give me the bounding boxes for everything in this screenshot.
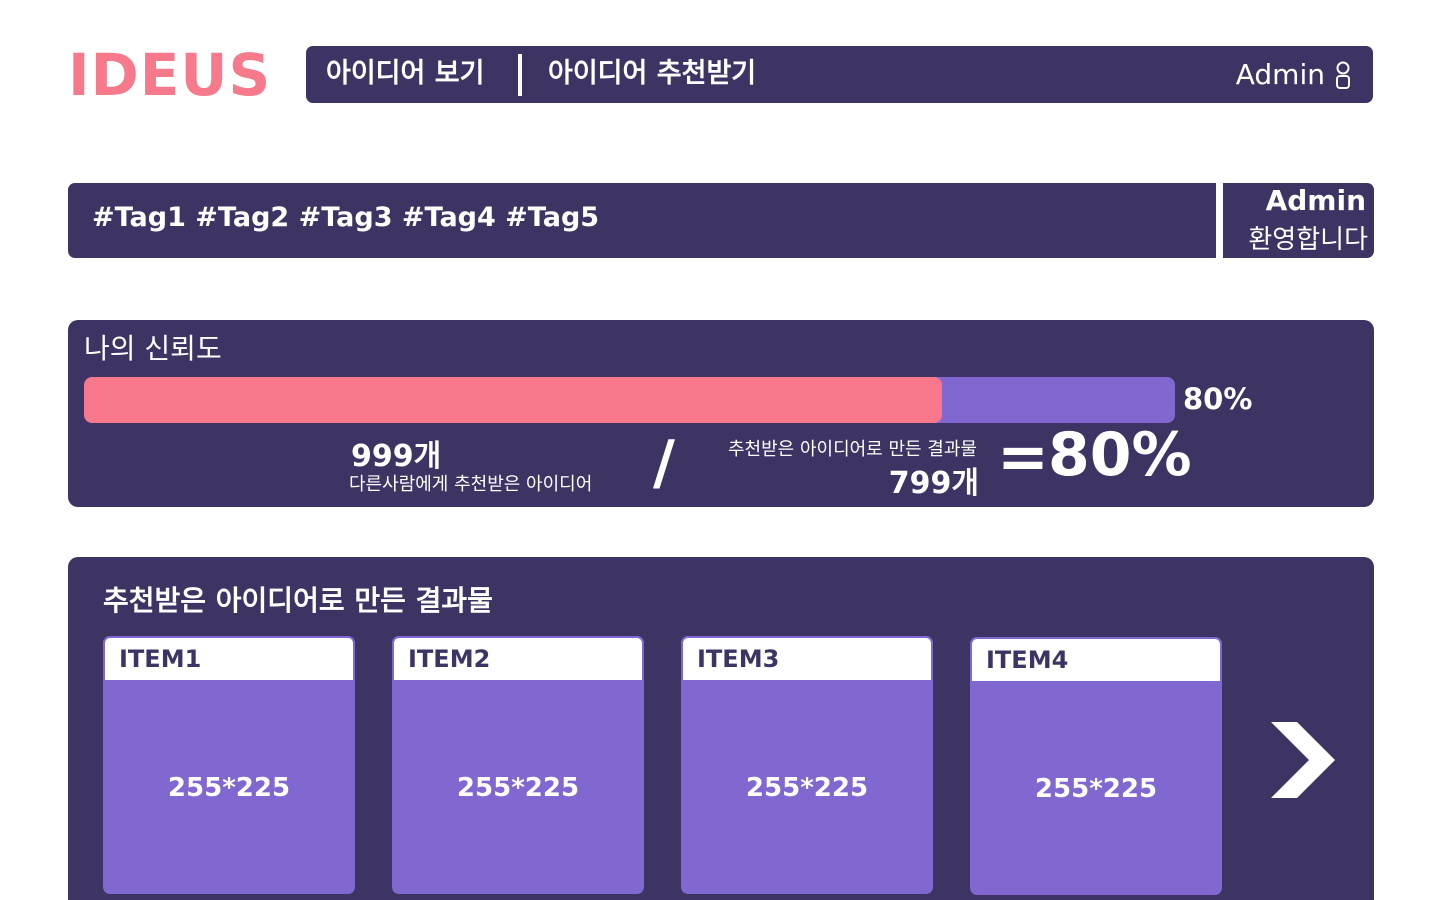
chevron-right-icon[interactable] [1271, 722, 1341, 798]
tag-list[interactable]: #Tag1 #Tag2 #Tag3 #Tag4 #Tag5 [92, 183, 599, 258]
item-label: ITEM1 [103, 636, 355, 682]
welcome-message: 환영합니다 [1248, 225, 1368, 255]
result-item-card[interactable]: ITEM2 255*225 [392, 636, 644, 894]
result-item-card[interactable]: ITEM4 255*225 [970, 637, 1222, 895]
item-image-placeholder: 255*225 [745, 773, 869, 803]
tag-bar: #Tag1 #Tag2 #Tag3 #Tag4 #Tag5 [68, 183, 1216, 258]
trust-progress-fill [84, 377, 942, 423]
trust-title: 나의 신뢰도 [84, 332, 222, 365]
nav-recommended-ideas[interactable]: 아이디어 추천받기 [548, 46, 756, 103]
item-label: ITEM3 [681, 636, 933, 682]
trust-panel: 나의 신뢰도 80% 999개 다른사람에게 추천받은 아이디어 / 추천받은 … [68, 320, 1374, 507]
nav-view-ideas[interactable]: 아이디어 보기 [326, 46, 484, 103]
made-count: 799개 [888, 466, 979, 501]
welcome-box: Admin 환영합니다 [1223, 183, 1374, 258]
user-icon [1336, 61, 1350, 89]
result-item-card[interactable]: ITEM3 255*225 [681, 636, 933, 894]
item-label: ITEM4 [970, 637, 1222, 683]
results-panel: 추천받은 아이디어로 만든 결과물 ITEM1 255*225 ITEM2 25… [68, 557, 1374, 900]
item-image-placeholder: 255*225 [456, 773, 580, 803]
division-slash: / [653, 428, 675, 498]
item-image-placeholder: 255*225 [1034, 774, 1158, 804]
recommended-count: 999개 [351, 439, 442, 474]
nav-divider [518, 54, 522, 96]
welcome-user-name: Admin [1265, 184, 1366, 217]
equals-sign: = [997, 420, 1049, 493]
result-item-card[interactable]: ITEM1 255*225 [103, 636, 355, 894]
top-navbar: 아이디어 보기 아이디어 추천받기 Admin [306, 46, 1373, 103]
item-label: ITEM2 [392, 636, 644, 682]
trust-result: 80% [1048, 420, 1192, 490]
logo[interactable]: IDEUS [68, 40, 271, 110]
trust-progress-bar [84, 377, 1175, 423]
user-menu[interactable]: Admin [1236, 46, 1351, 103]
results-title: 추천받은 아이디어로 만든 결과물 [103, 584, 493, 617]
trust-percent-label: 80% [1183, 382, 1253, 416]
user-name: Admin [1235, 57, 1325, 91]
recommended-caption: 다른사람에게 추천받은 아이디어 [349, 474, 593, 495]
item-image-placeholder: 255*225 [167, 773, 291, 803]
